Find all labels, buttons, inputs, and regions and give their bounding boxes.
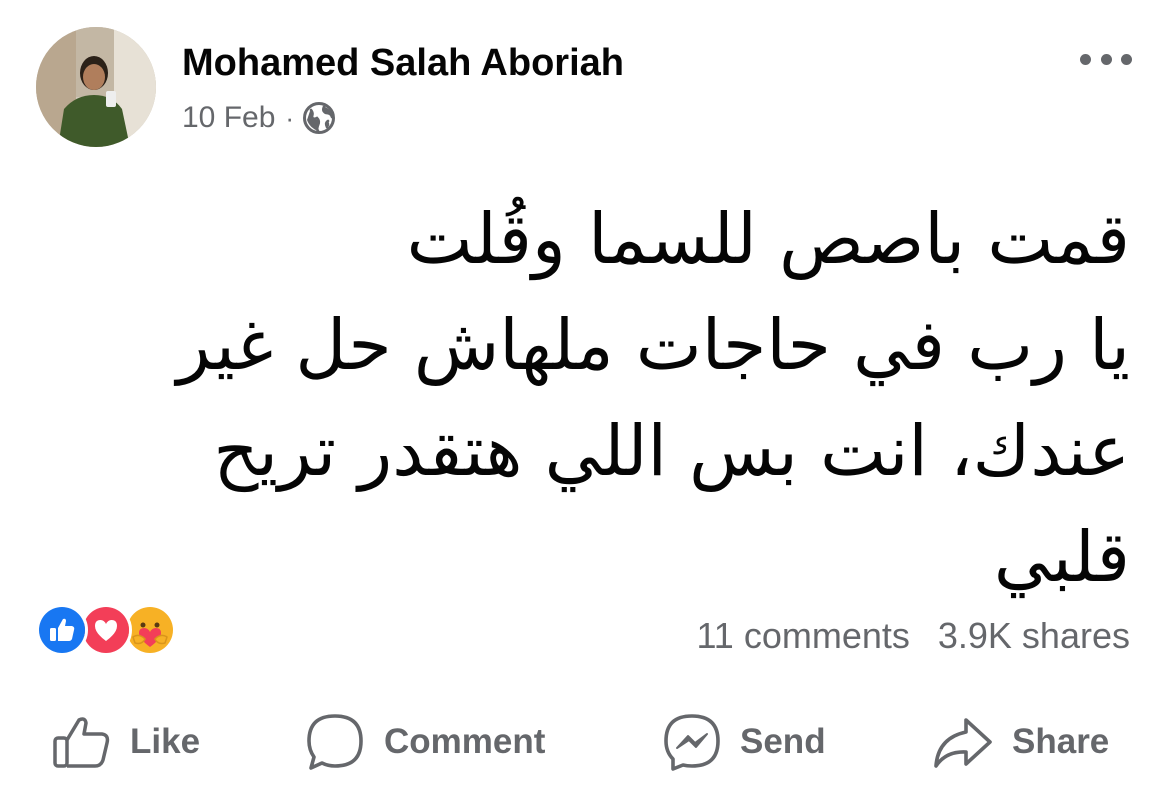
engagement-counts: 11 comments 3.9K shares [696, 612, 1130, 660]
send-button[interactable]: Send [662, 702, 826, 782]
share-label: Share [1012, 722, 1110, 761]
comments-count[interactable]: 11 comments [696, 612, 909, 660]
reactions-summary[interactable] [36, 604, 186, 656]
like-label: Like [130, 722, 201, 761]
post-date[interactable]: 10 Feb [182, 101, 275, 135]
avatar-photo [36, 27, 156, 147]
send-label: Send [740, 722, 826, 761]
author-name[interactable]: Mohamed Salah Aboriah [182, 38, 624, 88]
like-button[interactable]: Like [52, 702, 200, 782]
globe-icon[interactable] [302, 101, 336, 135]
more-dot [1100, 53, 1112, 65]
post-meta: 10 Feb · [182, 98, 336, 138]
more-dot [1080, 53, 1091, 65]
post-text: قمت باصص للسما وقُلت يا رب في حاجات ملها… [176, 198, 1130, 598]
thumbs-up-icon [53, 717, 110, 768]
author-avatar[interactable] [36, 27, 156, 147]
post-action-bar: Like Comment Send Share [0, 702, 1170, 782]
share-button[interactable]: Share [932, 702, 1109, 782]
shares-count[interactable]: 3.9K shares [938, 612, 1130, 660]
meta-separator: · [285, 102, 295, 133]
comment-icon [307, 714, 363, 770]
more-options-button[interactable] [1080, 44, 1132, 74]
share-arrow-icon [934, 718, 992, 768]
comment-button[interactable]: Comment [304, 702, 545, 782]
messenger-icon [664, 714, 720, 771]
more-dot [1121, 53, 1132, 65]
like-reaction-icon [36, 604, 88, 656]
feed-post: Mohamed Salah Aboriah 10 Feb · قمت باصص … [0, 0, 1170, 795]
comment-label: Comment [384, 722, 546, 761]
